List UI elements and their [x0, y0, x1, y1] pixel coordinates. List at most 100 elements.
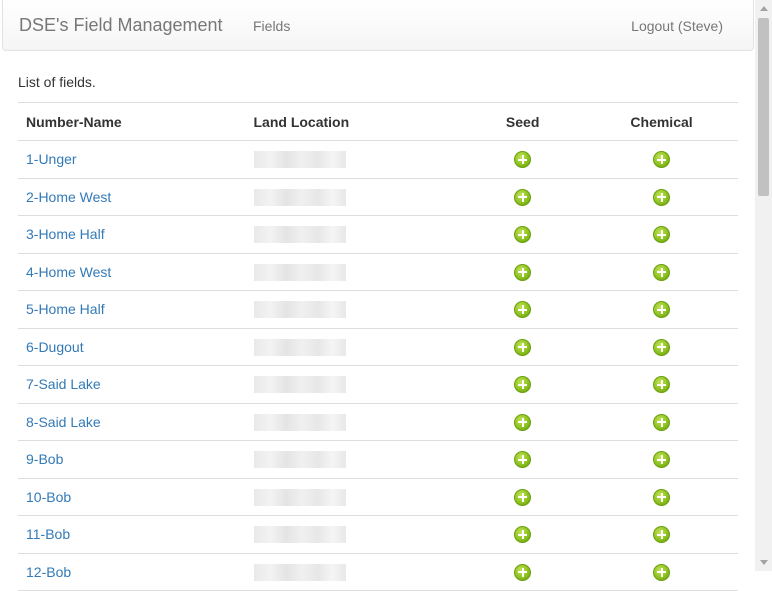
brand-title[interactable]: DSE's Field Management: [19, 15, 223, 36]
vertical-scrollbar[interactable]: [755, 0, 772, 571]
land-location-cell: [245, 328, 461, 366]
field-link[interactable]: 7-Said Lake: [26, 376, 101, 392]
field-link[interactable]: 6-Dugout: [26, 339, 84, 355]
add-chemical-icon[interactable]: [653, 263, 671, 281]
field-link[interactable]: 5-Home Half: [26, 301, 105, 317]
table-row: 5-Home Half: [18, 290, 738, 329]
add-chemical-icon[interactable]: [653, 451, 671, 469]
chemical-cell: [585, 328, 738, 366]
redacted-land-location: [253, 413, 346, 431]
land-location-cell: [245, 553, 461, 591]
field-link[interactable]: 3-Home Half: [26, 226, 105, 242]
table-row: 7-Said Lake: [18, 365, 738, 404]
land-location-cell: [245, 440, 461, 479]
table-row: 12-Bob: [18, 553, 738, 591]
add-seed-icon[interactable]: [514, 338, 532, 356]
scroll-thumb[interactable]: [758, 18, 769, 196]
add-chemical-icon[interactable]: [653, 488, 671, 506]
field-name-cell: 4-Home West: [18, 253, 246, 291]
table-row: 8-Said Lake: [18, 403, 738, 441]
logout-link[interactable]: Logout (Steve): [631, 18, 723, 34]
seed-cell: [460, 553, 586, 591]
table-header-row: Number-Name Land Location Seed Chemical: [18, 102, 738, 141]
land-location-cell: [245, 515, 461, 554]
redacted-land-location: [253, 451, 346, 469]
add-chemical-icon[interactable]: [653, 563, 671, 581]
field-link[interactable]: 9-Bob: [26, 451, 63, 467]
header-seed: Seed: [460, 102, 586, 141]
field-name-cell: 3-Home Half: [18, 215, 246, 254]
table-row: 6-Dugout: [18, 328, 738, 366]
add-chemical-icon[interactable]: [653, 413, 671, 431]
add-seed-icon[interactable]: [514, 263, 532, 281]
add-chemical-icon[interactable]: [653, 188, 671, 206]
chemical-cell: [585, 253, 738, 291]
table-row: 10-Bob: [18, 478, 738, 516]
chemical-cell: [585, 290, 738, 329]
redacted-land-location: [253, 488, 346, 506]
add-seed-icon[interactable]: [514, 451, 532, 469]
add-seed-icon[interactable]: [514, 413, 532, 431]
field-name-cell: 7-Said Lake: [18, 365, 246, 404]
chemical-cell: [585, 515, 738, 554]
land-location-cell: [245, 478, 461, 516]
add-seed-icon[interactable]: [514, 188, 532, 206]
add-chemical-icon[interactable]: [653, 338, 671, 356]
seed-cell: [460, 215, 586, 254]
scroll-up-arrow-icon[interactable]: [760, 6, 768, 11]
seed-cell: [460, 178, 586, 216]
navbar: DSE's Field Management Fields Logout (St…: [2, 0, 754, 51]
field-link[interactable]: 1-Unger: [26, 151, 77, 167]
field-link[interactable]: 8-Said Lake: [26, 414, 101, 430]
add-seed-icon[interactable]: [514, 226, 532, 244]
seed-cell: [460, 253, 586, 291]
add-chemical-icon[interactable]: [653, 226, 671, 244]
add-chemical-icon[interactable]: [653, 526, 671, 544]
table-row: 9-Bob: [18, 440, 738, 479]
add-chemical-icon[interactable]: [653, 376, 671, 394]
redacted-land-location: [253, 526, 346, 544]
seed-cell: [460, 290, 586, 329]
field-name-cell: 6-Dugout: [18, 328, 246, 366]
header-number-name: Number-Name: [18, 102, 246, 141]
seed-cell: [460, 365, 586, 404]
seed-cell: [460, 478, 586, 516]
redacted-land-location: [253, 301, 346, 319]
field-link[interactable]: 4-Home West: [26, 264, 111, 280]
redacted-land-location: [253, 151, 346, 169]
chemical-cell: [585, 365, 738, 404]
add-chemical-icon[interactable]: [653, 151, 671, 169]
field-link[interactable]: 2-Home West: [26, 189, 111, 205]
field-link[interactable]: 12-Bob: [26, 564, 71, 580]
table-row: 2-Home West: [18, 178, 738, 216]
seed-cell: [460, 515, 586, 554]
field-name-cell: 12-Bob: [18, 553, 246, 591]
add-chemical-icon[interactable]: [653, 301, 671, 319]
add-seed-icon[interactable]: [514, 526, 532, 544]
field-name-cell: 9-Bob: [18, 440, 246, 479]
nav-fields-link[interactable]: Fields: [253, 18, 290, 34]
table-row: 3-Home Half: [18, 215, 738, 254]
land-location-cell: [245, 253, 461, 291]
chemical-cell: [585, 215, 738, 254]
table-row: 1-Unger: [18, 140, 738, 179]
add-seed-icon[interactable]: [514, 301, 532, 319]
redacted-land-location: [253, 563, 346, 581]
field-link[interactable]: 10-Bob: [26, 489, 71, 505]
redacted-land-location: [253, 226, 346, 244]
add-seed-icon[interactable]: [514, 488, 532, 506]
table-body: 1-Unger 2-Home West 3-Home Half 4-Home West…: [18, 140, 738, 591]
land-location-cell: [245, 365, 461, 404]
field-name-cell: 5-Home Half: [18, 290, 246, 329]
scroll-down-arrow-icon[interactable]: [760, 560, 768, 565]
redacted-land-location: [253, 188, 346, 206]
add-seed-icon[interactable]: [514, 151, 532, 169]
chemical-cell: [585, 553, 738, 591]
add-seed-icon[interactable]: [514, 563, 532, 581]
land-location-cell: [245, 178, 461, 216]
add-seed-icon[interactable]: [514, 376, 532, 394]
land-location-cell: [245, 403, 461, 441]
land-location-cell: [245, 215, 461, 254]
field-link[interactable]: 11-Bob: [26, 526, 70, 542]
field-name-cell: 11-Bob: [18, 515, 246, 554]
